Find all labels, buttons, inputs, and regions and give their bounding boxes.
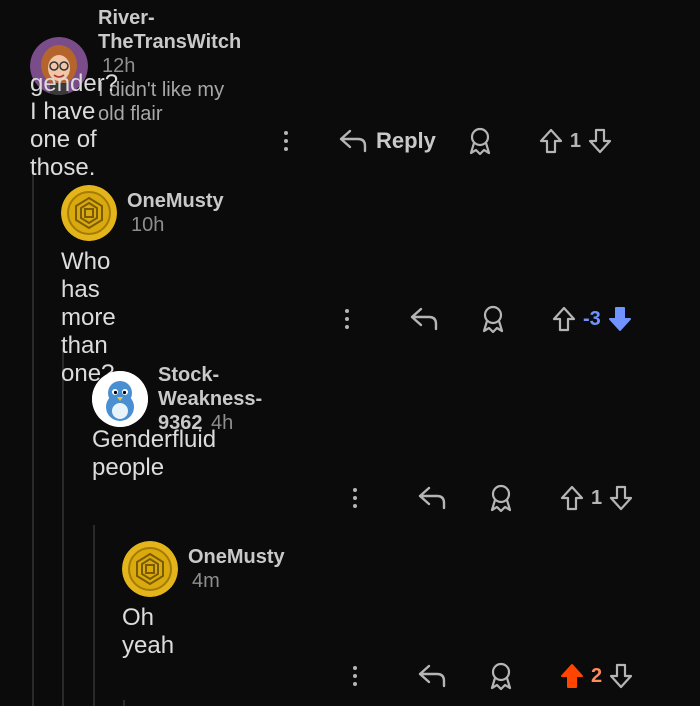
gold-coin-avatar-icon[interactable] [61, 185, 117, 241]
downvote-icon[interactable] [608, 484, 634, 512]
comment-body: gender? I have one of those. [30, 70, 119, 181]
vote-score: 1 [569, 129, 582, 152]
upvote-icon[interactable] [559, 662, 585, 690]
reply-arrow-icon[interactable] [409, 306, 439, 332]
more-options-icon[interactable] [353, 488, 357, 508]
timestamp: 10h [131, 214, 165, 236]
bird-avatar-icon[interactable] [92, 371, 148, 427]
comment-body: Genderfluid people [92, 426, 217, 481]
thread-line[interactable] [62, 348, 64, 706]
reply-button[interactable]: Reply [338, 128, 436, 154]
user-flair: I didn't like my old flair [98, 79, 225, 125]
thread-line[interactable] [123, 700, 125, 706]
timestamp: 4m [192, 570, 220, 592]
username[interactable]: OneMusty [127, 190, 224, 212]
thread-line[interactable] [93, 525, 95, 706]
gold-coin-avatar-icon[interactable] [122, 541, 178, 597]
thread-line[interactable] [32, 170, 34, 706]
award-icon[interactable] [487, 483, 515, 513]
more-options-icon[interactable] [284, 131, 288, 151]
vote-score: 1 [591, 486, 603, 509]
downvote-icon[interactable] [587, 127, 613, 155]
upvote-icon[interactable] [551, 305, 577, 333]
vote-score: 2 [591, 664, 603, 687]
vote-score: -3 [583, 307, 601, 330]
reply-label: Reply [376, 128, 436, 153]
award-icon[interactable] [479, 304, 507, 334]
username[interactable]: River-TheTransWitch [98, 7, 241, 53]
more-options-icon[interactable] [353, 666, 357, 686]
reply-arrow-icon[interactable] [417, 485, 447, 511]
award-icon[interactable] [487, 661, 515, 691]
upvote-icon[interactable] [538, 127, 564, 155]
username[interactable]: OneMusty [188, 546, 285, 568]
award-icon[interactable] [466, 126, 494, 156]
reply-arrow-icon [339, 129, 367, 153]
reply-arrow-icon[interactable] [417, 663, 447, 689]
comment-body: Oh yeah [122, 604, 175, 659]
downvote-icon[interactable] [607, 305, 633, 333]
upvote-icon[interactable] [559, 484, 585, 512]
downvote-icon[interactable] [608, 662, 634, 690]
more-options-icon[interactable] [345, 309, 349, 329]
